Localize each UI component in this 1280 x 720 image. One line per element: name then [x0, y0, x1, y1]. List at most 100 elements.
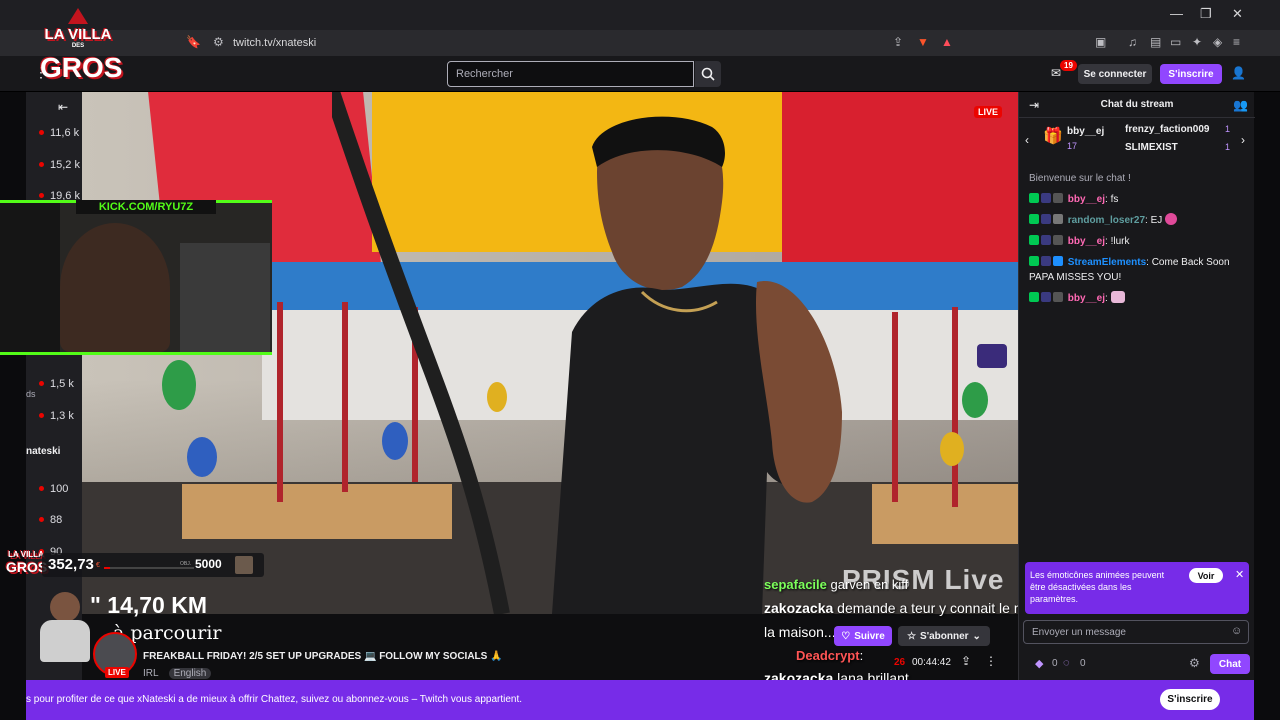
- avatar: [235, 556, 253, 574]
- site-info-icon[interactable]: ⚙: [213, 35, 224, 49]
- bookmark-icon[interactable]: 🔖: [186, 35, 201, 49]
- stream-category: IRL English: [143, 668, 212, 679]
- goal-label: OBJ.: [180, 561, 192, 567]
- follow-label: Suivre: [854, 630, 885, 642]
- weight-plate: [962, 382, 988, 418]
- live-dot: [39, 486, 44, 491]
- verified-badge-icon: [1029, 193, 1039, 203]
- signup-banner: s pour profiter de ce que xNateski a de …: [26, 680, 1254, 720]
- chevron-left-icon[interactable]: ‹: [1025, 133, 1029, 147]
- overlay-chat-user: sepafacile: [764, 577, 827, 592]
- follow-button[interactable]: ♡ Suivre: [834, 626, 892, 646]
- collapse-sidebar-icon[interactable]: ⇤: [58, 100, 68, 114]
- chat-username[interactable]: bby__ej: [1068, 236, 1105, 247]
- minimize-button[interactable]: —: [1170, 6, 1183, 21]
- overlay-chat-text: garven en kiff: [826, 577, 909, 592]
- sidebar-toggle-icon[interactable]: ▣: [1095, 35, 1106, 49]
- category-link[interactable]: IRL: [143, 668, 159, 679]
- viewer-count[interactable]: 15,2 k: [50, 159, 80, 171]
- url-text: twitch.tv/xnateski: [233, 37, 317, 49]
- bits-icon[interactable]: ◆: [1035, 657, 1043, 670]
- chat-text: : !lurk: [1105, 236, 1130, 247]
- viewer-count[interactable]: 11,6 k: [50, 127, 79, 139]
- user-badge-icon: [1053, 193, 1063, 203]
- chevron-down-icon: ⌄: [972, 630, 981, 642]
- menu-icon[interactable]: ≡: [1233, 35, 1240, 49]
- inbox-icon[interactable]: ✉: [1051, 66, 1061, 80]
- share-icon[interactable]: ⇪: [961, 654, 971, 668]
- close-window-button[interactable]: ✕: [1232, 6, 1243, 22]
- subscribe-button[interactable]: ☆ S'abonner ⌄: [898, 626, 990, 646]
- chat-username[interactable]: StreamElements: [1068, 257, 1146, 268]
- logo-text-top: LA VILLA: [44, 26, 112, 43]
- webcam-overlay: [0, 200, 272, 355]
- more-options-icon[interactable]: ⋮: [985, 654, 997, 668]
- users-icon[interactable]: 👥: [1233, 98, 1248, 112]
- chat-message-input[interactable]: [1023, 620, 1249, 644]
- channel-points-icon[interactable]: ◌: [1063, 657, 1070, 669]
- chat-text: :: [1105, 293, 1108, 304]
- voir-button[interactable]: Voir: [1189, 568, 1223, 583]
- gifter-count: 1: [1225, 142, 1231, 152]
- stream-title: FREAKBALL FRIDAY! 2/5 SET UP UPGRADES 💻 …: [143, 651, 503, 662]
- rewards-icon[interactable]: ▲: [941, 35, 953, 49]
- sticker-head: [50, 592, 80, 622]
- chevron-right-icon[interactable]: ›: [1241, 133, 1245, 147]
- streamer-figure: [552, 116, 842, 614]
- chat-username[interactable]: bby__ej: [1068, 293, 1105, 304]
- chat-username[interactable]: bby__ej: [1068, 194, 1105, 205]
- top-gifter-count: 17: [1067, 141, 1078, 151]
- login-button[interactable]: Se connecter: [1078, 64, 1152, 84]
- settings-icon[interactable]: ⚙: [1189, 656, 1200, 670]
- chat-message: random_loser27: EJ: [1029, 213, 1249, 228]
- live-dot: [39, 130, 44, 135]
- sidebar-channel-name[interactable]: nateski: [26, 446, 60, 457]
- gifter-name: frenzy_faction009: [1125, 124, 1210, 135]
- vpn-icon[interactable]: ◈: [1213, 35, 1222, 49]
- url-field[interactable]: ⚙ twitch.tv/xnateski ⇪: [205, 33, 965, 53]
- verified-badge-icon: [1029, 292, 1039, 302]
- donation-progress-track: [104, 567, 194, 569]
- media-icon[interactable]: ♫: [1128, 35, 1137, 49]
- chat-username[interactable]: random_loser27: [1068, 215, 1145, 226]
- chat-welcome: Bienvenue sur le chat !: [1029, 173, 1131, 184]
- emote-notice-text: Les émoticônes animées peuvent être désa…: [1030, 570, 1165, 604]
- bits-count: 0: [1052, 658, 1058, 669]
- search-icon: [701, 67, 715, 81]
- sticker-body: [40, 620, 90, 662]
- viewer-count[interactable]: 88: [50, 514, 62, 526]
- signup-button[interactable]: S'inscrire: [1160, 64, 1222, 84]
- viewer-count[interactable]: 1,3 k: [50, 410, 74, 422]
- emote-picker-icon[interactable]: ☺: [1231, 625, 1242, 637]
- maximize-button[interactable]: ❐: [1200, 6, 1212, 22]
- verified-badge-icon: [1029, 256, 1039, 266]
- send-chat-button[interactable]: Chat: [1210, 654, 1250, 674]
- chat-panel: ⇥ Chat du stream 👥 ‹ 🎁 bby__ej 17 frenzy…: [1018, 92, 1255, 680]
- donation-currency: €: [96, 562, 100, 569]
- banner-signup-button[interactable]: S'inscrire: [1160, 689, 1220, 710]
- reader-icon[interactable]: ▤: [1150, 35, 1161, 49]
- brave-shield-icon[interactable]: ▼: [917, 35, 929, 49]
- user-icon[interactable]: 👤: [1231, 66, 1246, 80]
- webcam-equipment: [180, 243, 270, 352]
- banner-text: s pour profiter de ce que xNateski a de …: [26, 694, 523, 705]
- ai-icon[interactable]: ✦: [1192, 35, 1202, 49]
- search-button[interactable]: [695, 61, 721, 87]
- viewer-count[interactable]: 100: [50, 483, 68, 495]
- viewer-count[interactable]: 1,5 k: [50, 378, 74, 390]
- small-logo-text: GROS: [6, 559, 48, 575]
- la-villa-logo: LA VILLA DES GROS: [40, 8, 122, 88]
- search-input[interactable]: [447, 61, 694, 87]
- chat-header: ⇥ Chat du stream 👥: [1019, 92, 1255, 118]
- close-icon[interactable]: ✕: [1235, 568, 1244, 581]
- live-indicator: LIVE: [105, 667, 129, 678]
- wallet-icon[interactable]: ▭: [1170, 35, 1181, 49]
- overlay-chat-user: zakozacka: [764, 600, 834, 616]
- share-icon[interactable]: ⇪: [893, 35, 903, 49]
- donation-amount: 352,73: [48, 556, 94, 573]
- sub-badge-icon: [1041, 214, 1051, 224]
- weight-plate: [162, 360, 196, 410]
- house-icon: [68, 8, 88, 24]
- goal-amount: 5000: [195, 557, 222, 571]
- language-tag[interactable]: English: [168, 668, 212, 679]
